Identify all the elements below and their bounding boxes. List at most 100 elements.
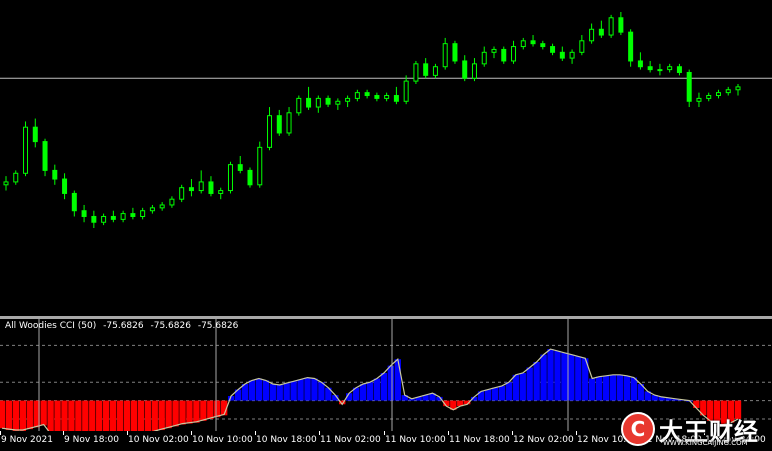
candle xyxy=(696,92,702,108)
candle-body xyxy=(227,164,233,192)
candle xyxy=(393,86,399,105)
histogram-bar xyxy=(54,400,61,431)
histogram-bar xyxy=(693,400,700,408)
candle-body xyxy=(540,43,546,48)
candle xyxy=(501,46,507,64)
trading-chart-window[interactable]: All Woodies CCI (50) -75.6826 -75.6826 -… xyxy=(0,0,772,451)
candle xyxy=(715,89,721,99)
candle-body xyxy=(696,97,702,102)
indicator-value-3: -75.6826 xyxy=(197,321,239,331)
candle xyxy=(188,179,194,197)
histogram-bar xyxy=(568,354,575,401)
candle-body xyxy=(413,63,419,82)
candle-body xyxy=(198,181,204,192)
histogram-bar xyxy=(165,400,172,429)
histogram-bar xyxy=(484,389,492,401)
candle xyxy=(71,190,77,217)
histogram-bar xyxy=(269,384,276,401)
candle xyxy=(218,187,224,200)
candle xyxy=(42,138,48,177)
candle xyxy=(491,46,497,59)
candle xyxy=(149,204,155,214)
histogram-bar xyxy=(304,377,311,401)
candle-body xyxy=(120,213,126,220)
candle-body xyxy=(706,95,712,99)
candle-body xyxy=(657,69,663,72)
candle-body xyxy=(62,178,68,194)
candle-body xyxy=(110,215,116,220)
candle-body xyxy=(208,181,214,194)
candle xyxy=(296,95,302,116)
candle xyxy=(462,55,468,82)
candle xyxy=(686,69,692,108)
histogram-bar xyxy=(498,385,506,401)
candle xyxy=(159,202,165,211)
candle-body xyxy=(384,95,390,99)
histogram-bar xyxy=(61,400,68,431)
candle xyxy=(413,60,419,84)
candle-body xyxy=(364,92,370,97)
candle xyxy=(179,184,185,203)
candle-body xyxy=(569,51,575,59)
histogram-bar xyxy=(623,375,631,401)
candle xyxy=(676,63,682,76)
histogram-bar xyxy=(366,382,374,401)
candle-body xyxy=(257,146,263,186)
histogram-bar xyxy=(75,400,82,431)
price-chart[interactable] xyxy=(0,0,772,316)
candle-body xyxy=(432,66,438,76)
histogram-bar xyxy=(0,400,6,429)
candle-body xyxy=(188,187,194,192)
candle xyxy=(432,63,438,79)
histogram-bar xyxy=(561,352,568,401)
candle xyxy=(579,35,585,56)
histogram-bar xyxy=(554,350,561,401)
histogram-bar xyxy=(505,382,513,401)
histogram-bar xyxy=(519,373,526,401)
candle-body xyxy=(628,31,634,62)
candle xyxy=(471,58,477,82)
histogram-bar xyxy=(311,378,318,401)
candle xyxy=(247,167,253,188)
histogram-bar xyxy=(193,400,200,423)
candle-body xyxy=(403,80,409,102)
candle xyxy=(511,40,517,64)
candle xyxy=(237,156,243,174)
candle xyxy=(384,92,390,102)
candle-body xyxy=(325,97,331,105)
histogram-bar xyxy=(290,381,297,401)
candle-body xyxy=(91,215,97,223)
candle-body xyxy=(42,141,48,171)
histogram-bar xyxy=(512,374,519,401)
candle xyxy=(598,20,604,38)
candle xyxy=(120,210,126,223)
candle xyxy=(530,35,536,47)
histogram-bar xyxy=(151,400,158,431)
watermark-url: WWW.KINGCAIJING.COM xyxy=(663,439,748,447)
candle-body xyxy=(686,71,692,102)
candle xyxy=(647,60,653,73)
candle xyxy=(589,23,595,44)
candle-body xyxy=(481,51,487,65)
histogram-bar xyxy=(116,400,124,431)
candle-body xyxy=(608,17,614,36)
candle-body xyxy=(559,51,565,59)
candle-body xyxy=(393,95,399,102)
histogram-bar xyxy=(214,400,221,418)
candle xyxy=(315,95,321,113)
histogram-bar xyxy=(589,378,596,401)
candle-body xyxy=(169,198,175,206)
histogram-bar xyxy=(179,400,186,425)
candle-body xyxy=(306,97,312,108)
candle-body xyxy=(286,112,292,134)
candle xyxy=(32,118,38,148)
histogram-bar xyxy=(123,400,131,431)
histogram-bar xyxy=(297,379,304,401)
candle-body xyxy=(667,66,673,71)
candle-body xyxy=(452,43,458,62)
histogram-bar xyxy=(526,367,533,401)
candle-body xyxy=(276,115,282,134)
histogram-bar xyxy=(491,387,499,401)
candle xyxy=(637,52,643,70)
histogram-bar xyxy=(200,400,207,421)
